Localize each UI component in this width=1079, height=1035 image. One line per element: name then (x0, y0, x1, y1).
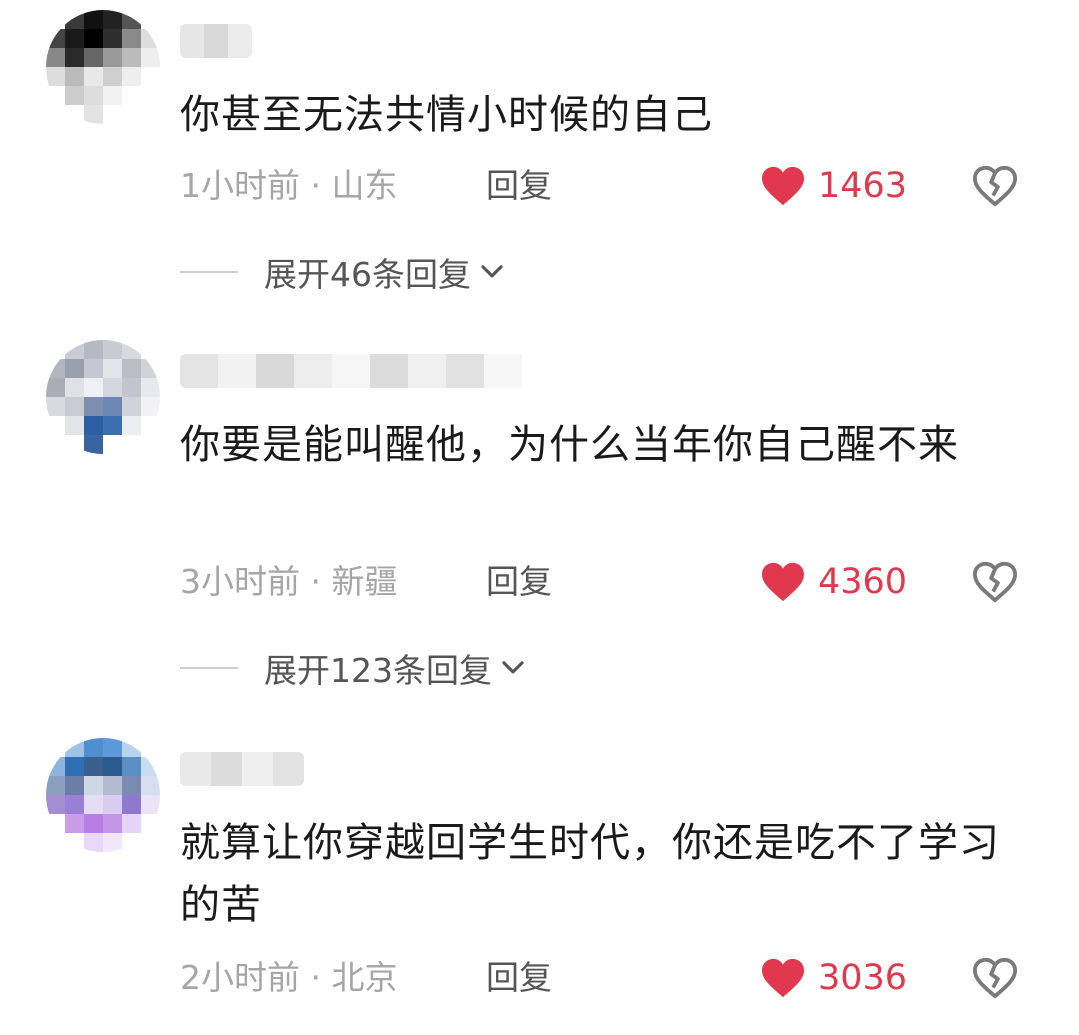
time-location: 1小时前 · 山东 (180, 166, 398, 205)
like-count: 4360 (818, 562, 908, 602)
broken-heart-icon[interactable] (972, 164, 1018, 208)
comment-text: 你要是能叫醒他，为什么当年你自己醒不来 (180, 422, 959, 468)
reply-button[interactable]: 回复 (486, 560, 552, 604)
like-count: 3036 (818, 958, 908, 998)
heart-icon (762, 166, 804, 206)
divider (180, 271, 238, 273)
like-button[interactable]: 3036 (760, 956, 907, 1000)
comment-meta: 2小时前 · 北京 回复 3036 (180, 956, 1040, 1000)
expand-replies-label: 展开46条回复 (264, 255, 471, 294)
time-location: 2小时前 · 北京 (180, 958, 398, 997)
broken-heart-icon[interactable] (972, 956, 1018, 1000)
like-button[interactable]: 4360 (760, 560, 907, 604)
broken-heart-icon[interactable] (972, 560, 1018, 604)
comment-meta: 3小时前 · 新疆 回复 4360 (180, 560, 1040, 604)
reply-button[interactable]: 回复 (486, 956, 552, 1000)
comment-meta: 1小时前 · 山东 回复 1463 (180, 164, 1040, 208)
heart-icon (762, 958, 804, 998)
expand-replies-button[interactable]: 展开46条回复 (180, 250, 680, 294)
comment-text: 就算让你穿越回学生时代，你还是吃不了学习的苦 (180, 820, 1000, 928)
like-count: 1463 (818, 166, 908, 206)
time-location: 3小时前 · 新疆 (180, 562, 398, 601)
chevron-down-icon (502, 661, 524, 674)
username[interactable] (180, 752, 304, 786)
username[interactable] (180, 24, 252, 58)
expand-replies-label: 展开123条回复 (264, 651, 492, 690)
chevron-down-icon (481, 265, 503, 278)
comment-text: 你甚至无法共情小时候的自己 (180, 92, 713, 138)
avatar[interactable] (46, 10, 160, 124)
avatar[interactable] (46, 340, 160, 454)
divider (180, 667, 238, 669)
avatar[interactable] (46, 738, 160, 852)
username[interactable] (180, 354, 560, 388)
like-button[interactable]: 1463 (760, 164, 907, 208)
heart-icon (762, 562, 804, 602)
reply-button[interactable]: 回复 (486, 164, 552, 208)
expand-replies-button[interactable]: 展开123条回复 (180, 646, 680, 690)
